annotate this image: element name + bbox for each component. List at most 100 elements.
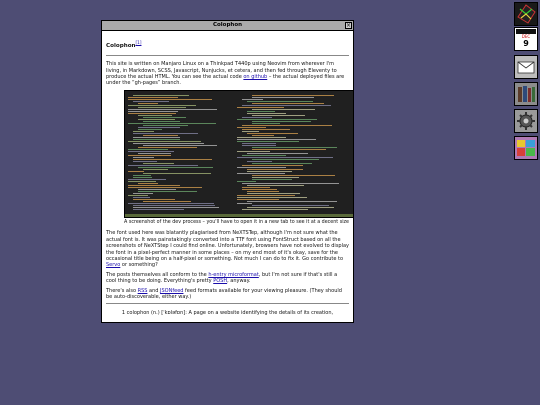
code-line [237,106,284,108]
code-line [128,110,178,112]
calendar-day: 9 [523,39,529,48]
window-title: Colophon [212,22,243,28]
servo-link[interactable]: Servo [106,262,120,268]
code-line [138,146,197,148]
code-line [242,116,272,118]
footnote-ref-link[interactable]: [1] [136,40,142,45]
code-line [128,164,198,166]
code-line [237,198,279,200]
code-line [237,196,307,198]
dock-nextstep-logo[interactable] [514,2,538,26]
code-line [133,100,169,102]
font-paragraph: The font used here was blatantly plagiar… [106,230,349,268]
code-line [252,148,326,150]
code-line [242,208,308,210]
code-line [128,178,166,180]
jsonfeed-link[interactable]: JSONfeed [160,288,183,294]
code-line [138,126,180,128]
code-line [242,164,303,166]
code-line [138,128,162,130]
colophon-window: Colophon × Colophon[1] This site is writ… [101,20,354,323]
code-line [133,192,153,194]
code-line [133,196,150,198]
code-line [133,204,215,206]
footnote: 1 colophon (n.) [ˈkɒləfɒn]: A page on a … [121,310,334,317]
code-line [128,122,216,124]
code-line [143,200,191,202]
code-line [128,98,212,100]
code-line [143,168,168,170]
code-line [133,160,157,162]
feeds-text-1: There's also [106,287,138,294]
code-line [133,158,212,160]
code-line [128,150,174,152]
code-line [252,96,314,98]
code-line [128,104,196,106]
window-titlebar[interactable]: Colophon × [102,21,353,31]
books-icon [518,86,535,102]
code-line [252,204,329,206]
code-line [138,182,158,184]
page-heading-text: Colophon [106,42,136,49]
code-line [247,132,298,134]
editor-pane-right [237,94,351,213]
code-line [252,120,311,122]
dev-screenshot-image[interactable] [124,89,353,218]
code-line [247,192,300,194]
code-line [133,142,204,144]
code-line [252,94,334,96]
rss-link[interactable]: RSS [138,288,148,294]
code-line [242,188,277,190]
code-line [247,170,292,172]
code-line [252,122,280,124]
code-line [237,138,316,140]
dock-preferences[interactable] [514,109,538,133]
code-line [252,134,274,136]
dock-books[interactable] [514,82,538,106]
dock-clock-calendar[interactable]: DEC 9 [514,27,538,51]
code-line [128,186,202,188]
code-line [133,176,152,178]
code-line [237,172,285,174]
code-line [133,130,154,132]
footnote-divider [106,303,349,305]
divider [106,55,349,57]
h-entry-link[interactable]: h-entry microformat [208,272,258,278]
code-line [138,118,175,120]
code-line [237,126,266,128]
code-line [247,200,337,202]
code-line [242,142,276,144]
code-line [138,188,176,190]
code-line [138,102,158,104]
code-line [237,156,333,158]
editor-pane-left [128,94,232,213]
close-button[interactable]: × [345,21,352,29]
code-line [242,98,263,100]
posts-text-1: The posts themselves all conform to the [106,271,209,278]
page-content: Colophon[1] This site is written on Manj… [102,31,353,317]
page-title: Colophon[1] [106,40,349,49]
nextstep-logo-icon [517,4,536,24]
dock-color-palette[interactable] [514,136,538,160]
code-line [143,120,180,122]
code-line [237,150,270,152]
code-line [247,184,304,186]
code-line [128,202,214,204]
code-line [242,128,290,130]
github-link[interactable]: on github [243,74,267,80]
code-line [252,114,305,116]
code-line [237,194,295,196]
font-text-1: The font used here was blatantly plagiar… [106,230,350,262]
code-line [143,124,188,126]
posh-link[interactable]: POSH [213,278,227,284]
code-line [133,174,151,176]
code-line [128,108,217,110]
posts-text-3: , anyway. [227,278,251,285]
dock-mail[interactable] [514,55,538,79]
code-line [252,176,299,178]
code-line [252,174,335,176]
code-line [128,96,178,98]
code-line [128,154,171,156]
code-line [252,162,312,164]
preferences-gear-icon [517,112,535,130]
